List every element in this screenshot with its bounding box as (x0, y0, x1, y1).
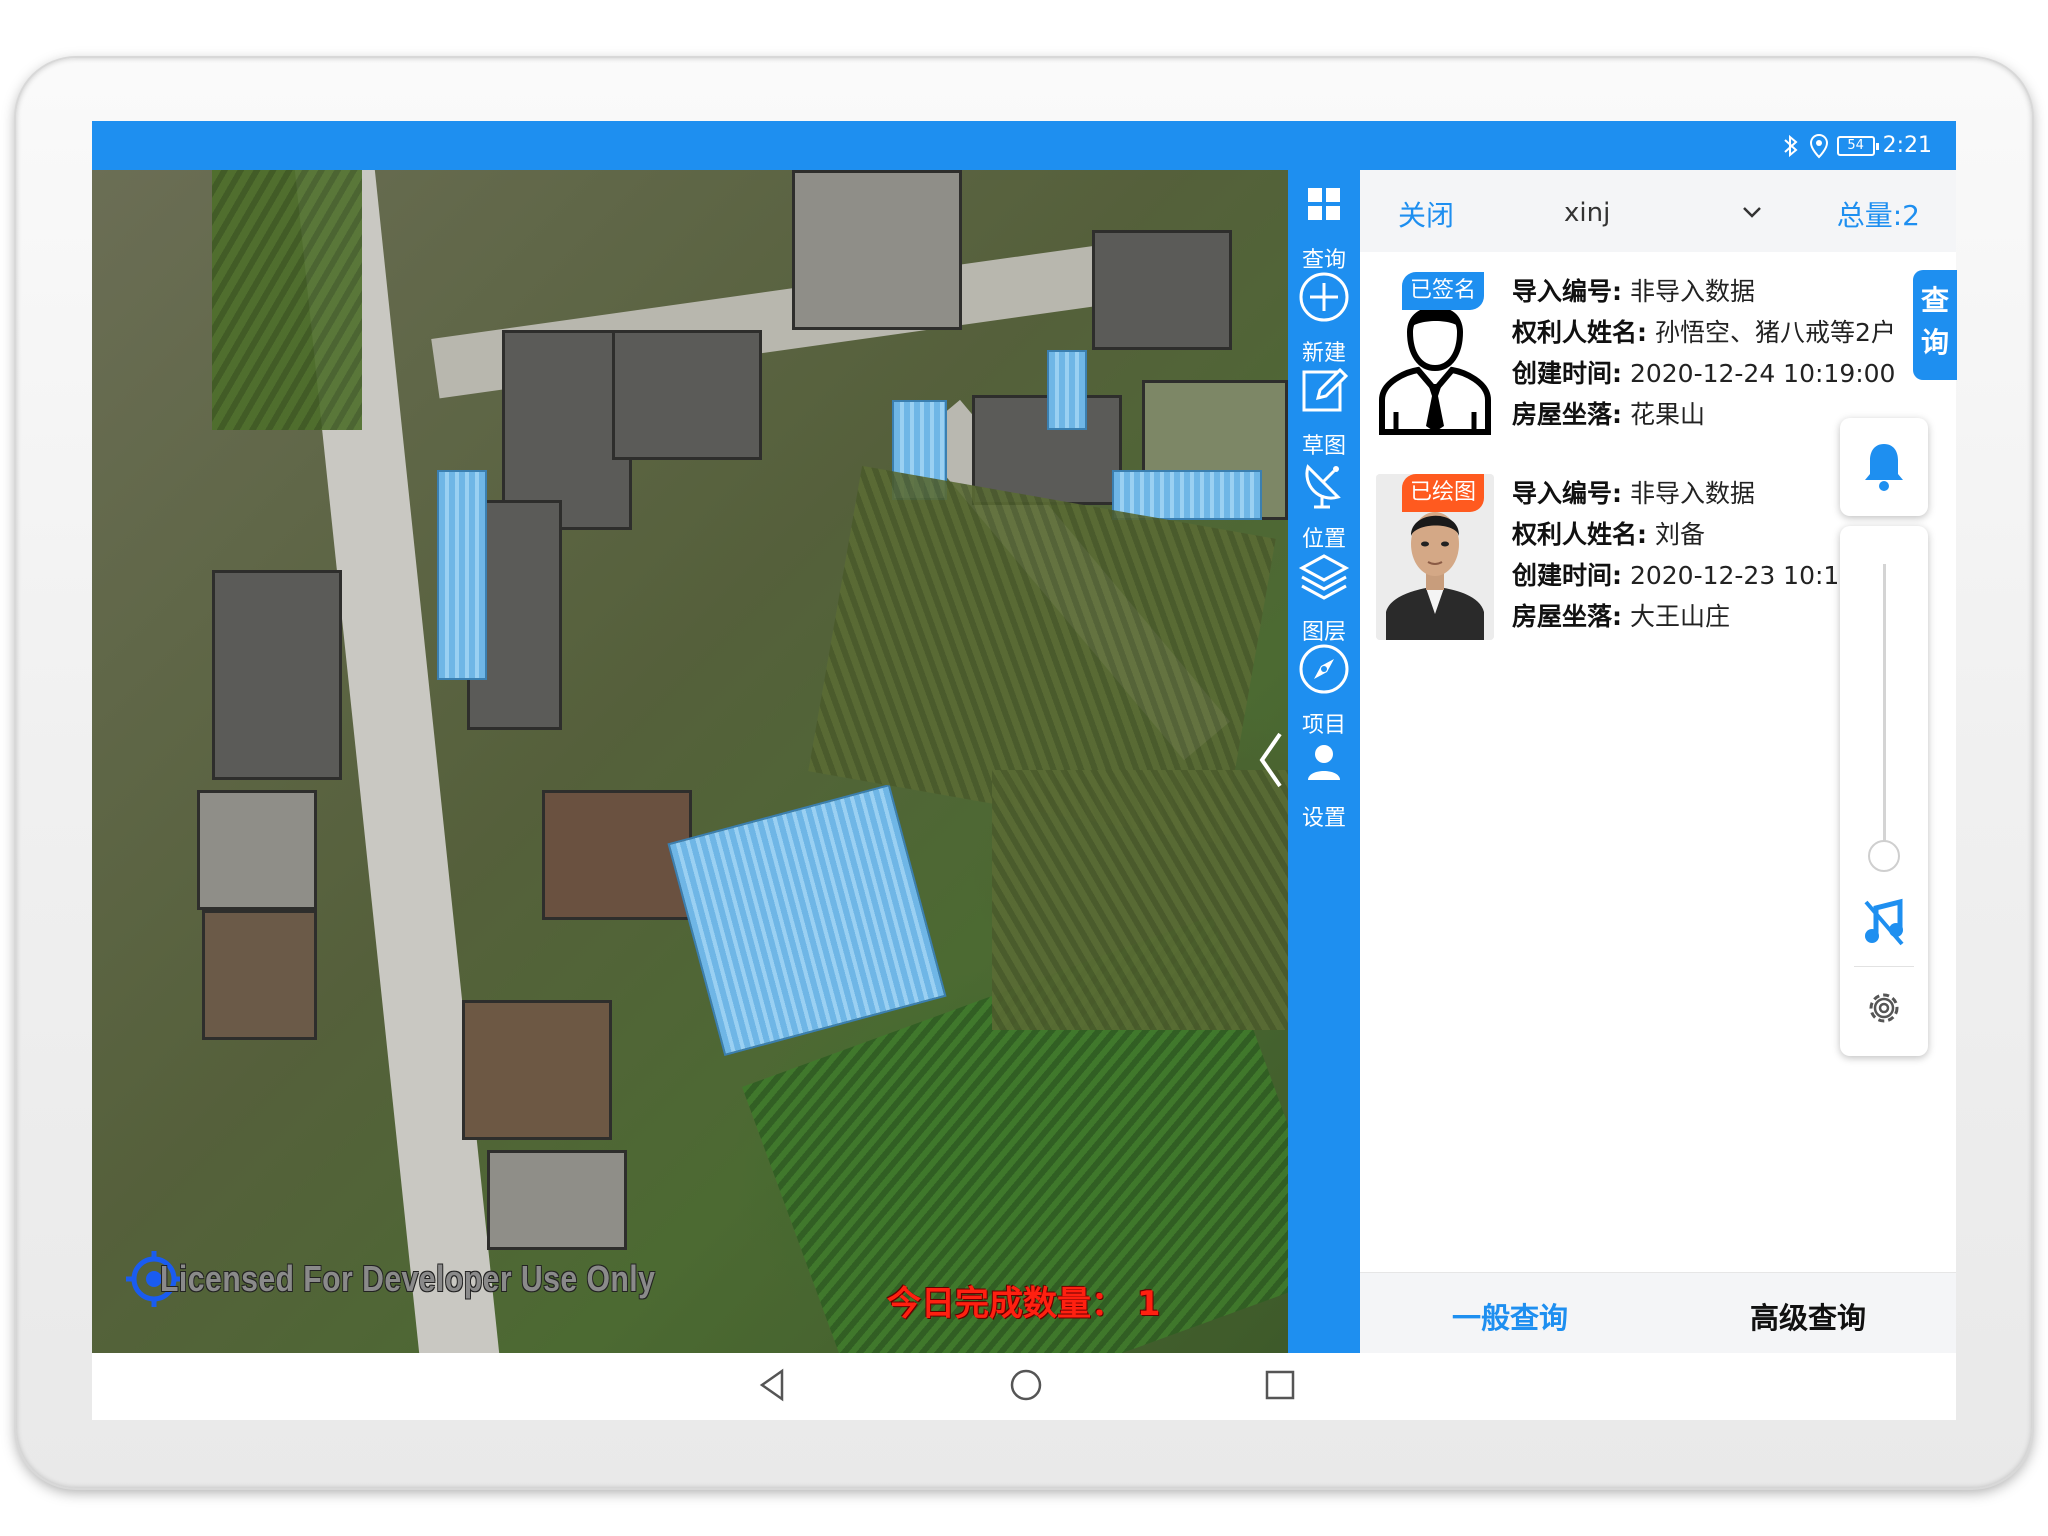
device-screen: 54 2:21 Licensed For Developer Use Only … (92, 121, 1956, 1420)
status-badge: 已绘图 (1402, 474, 1485, 512)
map-field (212, 170, 362, 430)
today-count-value: 1 (1136, 1284, 1161, 1324)
query-side-tab[interactable]: 查询 (1913, 270, 1957, 380)
status-bar: 54 2:21 (92, 121, 1956, 170)
map-building (612, 330, 762, 460)
navigation-bar (92, 1353, 1956, 1420)
back-icon[interactable] (752, 1365, 792, 1405)
map-building (212, 570, 342, 780)
map-blue-roof (1112, 470, 1262, 520)
total-count: 总量:2 (1836, 199, 1920, 232)
music-off-icon[interactable] (1862, 898, 1906, 948)
panel-footer: 一般查询 高级查询 (1360, 1272, 1956, 1353)
notification-button[interactable] (1840, 418, 1928, 516)
record-fields: 导入编号: 非导入数据 权利人姓名: 孙悟空、猪八戒等2户 创建时间: 2020… (1512, 272, 1912, 436)
side-toolbar: 查询 新建 草图 位置 图层 项目 设置 (1288, 170, 1360, 1353)
clock: 2:21 (1882, 133, 1932, 158)
chevron-left-icon[interactable] (1254, 730, 1286, 790)
map-blue-roof (667, 783, 947, 1057)
location-icon (1809, 133, 1828, 158)
field-label: 权利人姓名: (1512, 520, 1647, 549)
recents-icon[interactable] (1260, 1365, 1300, 1405)
field-value: 花果山 (1622, 400, 1705, 429)
user-select[interactable]: xinj (1564, 198, 1784, 228)
record-card[interactable]: 已绘图 导入编号: 非导入数据 权利人姓名: 刘备 创建时间: 2020-12-… (1376, 474, 1896, 644)
field-value: 刘备 (1647, 520, 1705, 549)
map-building (197, 790, 317, 910)
volume-slider-track[interactable] (1883, 564, 1886, 854)
field-value: 2020-12-24 10:19:00 (1622, 359, 1896, 388)
field-value: 孙悟空、猪八戒等2户 (1647, 318, 1896, 347)
field-label: 房屋坐落: (1512, 602, 1622, 631)
query-side-tab-label: 查询 (1920, 284, 1949, 359)
map-building (792, 170, 962, 330)
today-count-label: 今日完成数量： (887, 1284, 1125, 1324)
battery-icon: 54 (1836, 135, 1879, 156)
field-created-time: 创建时间: 2020-12-24 10:19:00 (1512, 354, 1912, 395)
field-label: 房屋坐落: (1512, 400, 1622, 429)
field-import-no: 导入编号: 非导入数据 (1512, 272, 1912, 313)
satellite-dish-icon (1305, 464, 1341, 509)
close-button[interactable]: 关闭 (1398, 194, 1454, 234)
today-completed-count: 今日完成数量： 1 (887, 1276, 1161, 1325)
volume-slider-knob[interactable] (1868, 840, 1900, 872)
bluetooth-icon (1783, 134, 1798, 157)
field-label: 权利人姓名: (1512, 318, 1647, 347)
user-icon (1308, 745, 1340, 780)
edit-icon (1302, 367, 1349, 412)
status-badge: 已签名 (1402, 272, 1485, 310)
map-blue-roof (1047, 350, 1087, 430)
general-query-tab[interactable]: 一般查询 (1452, 1295, 1568, 1337)
record-card[interactable]: 已签名 导入编号: 非导入数据 权利人姓名: 孙悟空、猪八戒等2户 创建时间: … (1376, 272, 1896, 442)
advanced-query-tab[interactable]: 高级查询 (1750, 1295, 1866, 1337)
battery-level: 54 (1847, 138, 1864, 153)
field-value: 非导入数据 (1622, 479, 1755, 508)
chevron-down-icon (1743, 207, 1761, 218)
gear-icon[interactable] (1864, 988, 1904, 1028)
map-field (992, 770, 1288, 1030)
panel-header: 关闭 xinj 总量:2 (1360, 170, 1956, 252)
layers-icon (1298, 554, 1350, 600)
field-label: 导入编号: (1512, 479, 1622, 508)
field-label: 创建时间: (1512, 561, 1622, 590)
grid-icon (1308, 188, 1340, 220)
user-select-value: xinj (1564, 198, 1611, 228)
field-value: 2020-12-23 10:18: (1622, 561, 1864, 590)
field-value: 大王山庄 (1622, 602, 1730, 631)
tool-settings-button[interactable]: 设置 (1288, 728, 1360, 838)
map-building (462, 1000, 612, 1140)
developer-watermark: Licensed For Developer Use Only (160, 1258, 656, 1299)
divider (1854, 966, 1914, 967)
map-blue-roof (437, 470, 487, 680)
map-building (202, 910, 317, 1040)
field-owner-name: 权利人姓名: 孙悟空、猪八戒等2户 (1512, 313, 1912, 354)
field-label: 导入编号: (1512, 277, 1622, 306)
compass-icon (1299, 644, 1349, 694)
map-building (542, 790, 692, 920)
map-building (487, 1150, 627, 1250)
field-label: 创建时间: (1512, 359, 1622, 388)
field-value: 非导入数据 (1622, 277, 1755, 306)
bell-icon (1865, 444, 1903, 491)
plus-circle-icon (1299, 272, 1349, 322)
volume-control-panel (1840, 526, 1928, 1056)
tool-settings-label: 设置 (1301, 806, 1346, 831)
map-building (1092, 230, 1232, 350)
home-icon[interactable] (1006, 1365, 1046, 1405)
aerial-map[interactable]: Licensed For Developer Use Only 今日完成数量： … (92, 170, 1288, 1353)
